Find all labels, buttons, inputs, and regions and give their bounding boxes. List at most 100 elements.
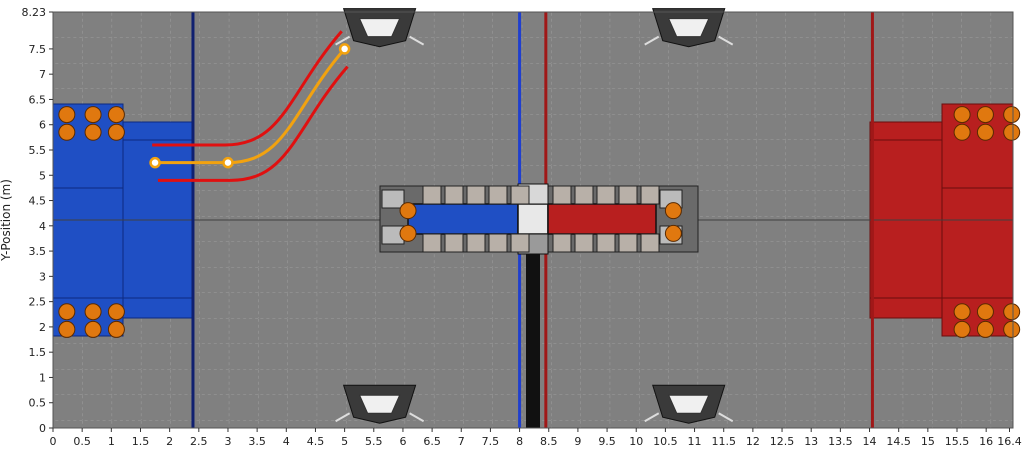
- x-tick-label: 14: [863, 435, 877, 448]
- x-tick-label: 4: [283, 435, 290, 448]
- cargo-ball: [84, 303, 102, 321]
- cargo-ball: [84, 320, 102, 338]
- x-axis: 0 0.5 1 1.5 2 2.5 3 3.5 4 4.5 5 5.5 6 6.5 7 7.5 8 8.5 9 9.5…: [50, 428, 1022, 448]
- station-slat: [574, 233, 594, 253]
- cargo-ball: [953, 106, 971, 124]
- cargo-ball: [58, 123, 76, 141]
- waypoint-handle[interactable]: [149, 156, 161, 169]
- station-slat: [444, 233, 464, 253]
- y-tick-label: 5.5: [29, 144, 47, 157]
- x-tick-label: 12: [746, 435, 760, 448]
- cargo-ball: [399, 224, 417, 242]
- x-tick-label: 0.5: [73, 435, 91, 448]
- cargo-ball: [953, 303, 971, 321]
- waypoint-handle[interactable]: [222, 156, 234, 169]
- x-tick-label: 11.5: [711, 435, 736, 448]
- station-slat: [488, 233, 508, 253]
- cargo-ball: [953, 320, 971, 338]
- y-axis-label: Y-Position (m): [0, 179, 13, 262]
- x-tick-label: 1.5: [132, 435, 150, 448]
- field-plot[interactable]: 0 0.5 1 1.5 2 2.5 3 3.5 4 4.5 5 5.5 6 6.5 7 7.5 8 8.5 9 9.5…: [0, 0, 1028, 469]
- y-tick-label: 2: [39, 321, 46, 334]
- y-tick-label: 4.5: [29, 195, 47, 208]
- cargo-ball: [976, 123, 994, 141]
- y-tick-label: 3: [39, 270, 46, 283]
- x-tick-label: 10: [629, 435, 643, 448]
- cargo-ball: [1003, 303, 1021, 321]
- cargo-ball: [84, 123, 102, 141]
- x-tick-label: 13.5: [828, 435, 853, 448]
- cargo-ball: [107, 123, 125, 141]
- x-tick-label: 15: [921, 435, 935, 448]
- y-tick-label: 8.23: [22, 6, 47, 19]
- x-tick-label: 0: [50, 435, 57, 448]
- cargo-ball: [953, 123, 971, 141]
- y-tick-label: 3.5: [29, 245, 47, 258]
- x-tick-label: 11: [688, 435, 702, 448]
- station-slat: [640, 233, 660, 253]
- y-tick-label: 7: [39, 68, 46, 81]
- x-tick-label: 2.5: [190, 435, 208, 448]
- station-slat: [552, 185, 572, 205]
- y-tick-label: 0: [39, 422, 46, 435]
- station-slat: [510, 185, 530, 205]
- x-tick-label: 2: [166, 435, 173, 448]
- y-axis: 0 0.5 1 1.5 2 2.5 3 3.5 4 4.5 5 5.5 6 6.5 7 7.5 8.23: [22, 6, 53, 435]
- station-slat: [444, 185, 464, 205]
- x-tick-label: 16: [979, 435, 993, 448]
- cargo-ball: [58, 106, 76, 124]
- y-tick-label: 6: [39, 119, 46, 132]
- x-tick-label: 1: [108, 435, 115, 448]
- x-tick-label: 9.5: [598, 435, 616, 448]
- station-slat: [422, 233, 442, 253]
- cargo-ball: [107, 106, 125, 124]
- station-slat: [552, 233, 572, 253]
- x-tick-label: 9: [574, 435, 581, 448]
- station-slat: [466, 233, 486, 253]
- cargo-ball: [1003, 320, 1021, 338]
- x-tick-label: 14.5: [886, 435, 911, 448]
- x-tick-label: 7.5: [482, 435, 500, 448]
- station-slat: [510, 233, 530, 253]
- y-tick-label: 6.5: [29, 93, 47, 106]
- y-tick-label: 1: [39, 371, 46, 384]
- cargo-ball: [664, 202, 682, 220]
- station-slat: [574, 185, 594, 205]
- y-tick-label: 1.5: [29, 346, 47, 359]
- cargo-ball: [1003, 123, 1021, 141]
- station-slat: [618, 233, 638, 253]
- cargo-ball: [664, 224, 682, 242]
- waypoint-handle[interactable]: [338, 43, 351, 55]
- y-tick-label: 2.5: [29, 296, 47, 309]
- x-tick-label: 3: [224, 435, 231, 448]
- cargo-ball: [107, 303, 125, 321]
- x-tick-label: 6.5: [423, 435, 441, 448]
- x-tick-label: 5: [341, 435, 348, 448]
- station-slat: [596, 233, 616, 253]
- cargo-ball: [84, 106, 102, 124]
- station-slat: [488, 185, 508, 205]
- cargo-ball: [107, 320, 125, 338]
- x-tick-label: 15.5: [945, 435, 970, 448]
- x-tick-label: 7: [458, 435, 465, 448]
- x-tick-label: 8.5: [540, 435, 558, 448]
- x-tick-label: 3.5: [248, 435, 266, 448]
- station-bumper: [381, 189, 405, 209]
- x-tick-label: 8: [516, 435, 523, 448]
- y-tick-label: 5: [39, 169, 46, 182]
- x-tick-label: 10.5: [653, 435, 678, 448]
- x-tick-label: 16.4: [997, 435, 1022, 448]
- cargo-ball: [58, 303, 76, 321]
- y-tick-label: 7.5: [29, 43, 47, 56]
- x-tick-label: 13: [804, 435, 818, 448]
- cargo-ball: [976, 106, 994, 124]
- cargo-ball: [1003, 106, 1021, 124]
- x-tick-label: 12.5: [770, 435, 795, 448]
- x-tick-label: 5.5: [365, 435, 383, 448]
- station-slat: [422, 185, 442, 205]
- y-tick-label: 4: [39, 220, 46, 233]
- cargo-ball: [399, 202, 417, 220]
- station-slat: [466, 185, 486, 205]
- cargo-ball: [976, 303, 994, 321]
- cargo-ball: [976, 320, 994, 338]
